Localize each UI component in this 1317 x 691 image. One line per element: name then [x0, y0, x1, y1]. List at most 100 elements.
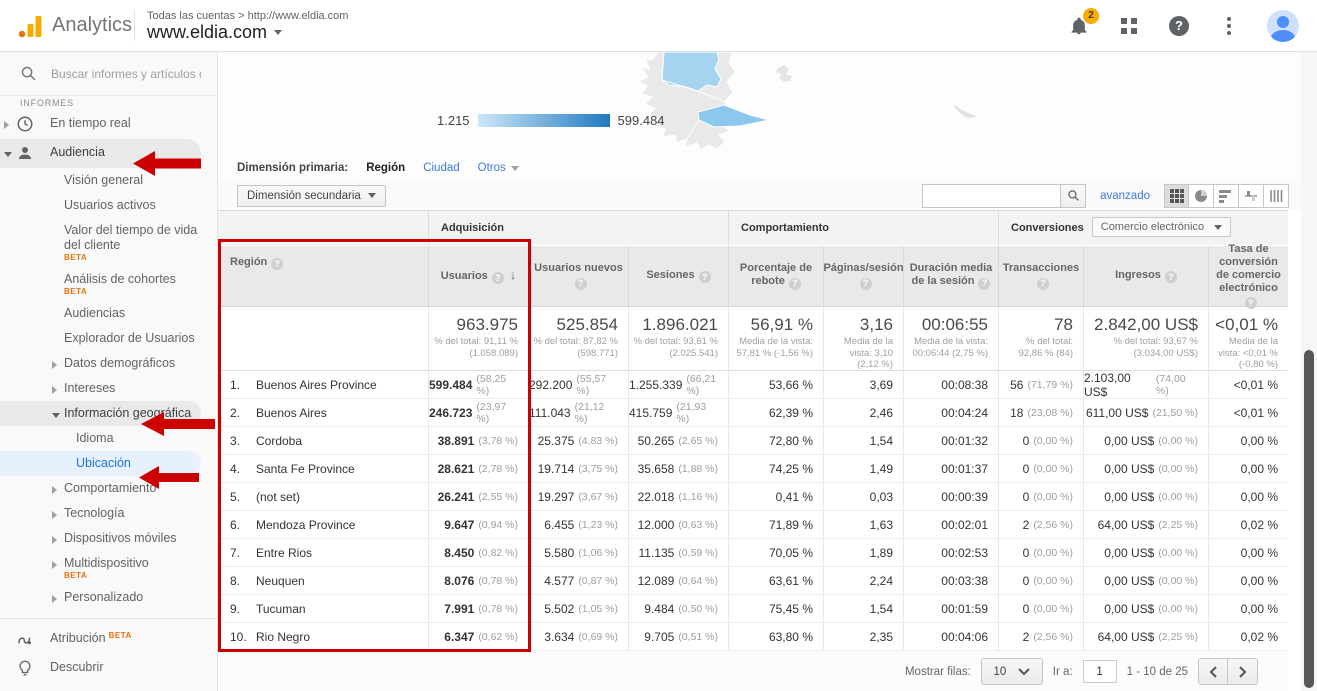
region-link[interactable]: Rio Negro [256, 630, 310, 644]
column-header-revenue[interactable]: Ingresos? [1083, 246, 1208, 306]
sidebar-item-datos-demogr-ficos[interactable]: Datos demográficos [0, 351, 217, 376]
region-link[interactable]: Cordoba [256, 434, 302, 448]
sidebar-item-an-lisis-de-cohortes[interactable]: Análisis de cohortesBETA [0, 267, 217, 301]
next-page-button[interactable] [1228, 658, 1258, 685]
sidebar-item-atribuci-n[interactable]: AtribuciónBETA [0, 625, 217, 654]
column-header-bounce[interactable]: Porcentaje de rebote? [728, 246, 823, 306]
dimension-option-region[interactable]: Región [366, 162, 405, 174]
help-button[interactable]: ? [1167, 14, 1191, 38]
cell-duration: 00:01:37 [903, 455, 998, 482]
account-breadcrumb[interactable]: Todas las cuentas > http://www.eldia.com… [147, 8, 348, 43]
cell-revenue: 0,00 US$(0,00 %) [1083, 455, 1208, 482]
table-row: 6.Mendoza Province9.647(0,94 %)6.455(1,2… [218, 511, 1288, 539]
sidebar-search[interactable] [0, 52, 217, 96]
legend-min: 1.215 [437, 113, 470, 128]
help-icon[interactable]: ? [271, 258, 283, 270]
region-link[interactable]: Buenos Aires [256, 406, 327, 420]
pager [1198, 658, 1258, 685]
sidebar-item-tecnolog-a[interactable]: Tecnología [0, 501, 217, 526]
sidebar-item-comportamiento[interactable]: Comportamiento [0, 476, 217, 501]
sidebar-item-visi-n-general[interactable]: Visión general [0, 168, 217, 193]
pivot-icon [1269, 189, 1283, 203]
chevron-right-icon [52, 536, 57, 544]
column-header-duration[interactable]: Duración media de la sesión? [903, 246, 998, 306]
region-link[interactable]: Neuquen [256, 574, 305, 588]
sidebar-item-valor-del-tiempo-de-vida-del-cliente[interactable]: Valor del tiempo de vida del clienteBETA [0, 218, 217, 267]
table-row: 3.Cordoba38.891(3,78 %)25.375(4,83 %)50.… [218, 427, 1288, 455]
column-header-pages[interactable]: Páginas/sesión? [823, 246, 903, 306]
sidebar-item-en-tiempo-real[interactable]: En tiempo real [0, 110, 217, 139]
region-link[interactable]: Buenos Aires Province [256, 378, 377, 392]
comparison-view-button[interactable] [1239, 184, 1264, 208]
sidebar-item-idioma[interactable]: Idioma [0, 426, 217, 451]
sidebar-item-personalizado[interactable]: Personalizado [0, 585, 217, 610]
sidebar-item-usuarios-activos[interactable]: Usuarios activos [0, 193, 217, 218]
cell-conv-rate: <0,01 % [1208, 371, 1288, 398]
help-icon[interactable]: ? [699, 271, 711, 283]
previous-page-button[interactable] [1198, 658, 1228, 685]
column-header-transactions[interactable]: Transacciones? [998, 246, 1083, 306]
total-bounce: 56,91 %Media de la vista: 57,81 % (-1,56… [728, 307, 823, 370]
dimension-option-other[interactable]: Otros [478, 162, 519, 174]
performance-view-button[interactable] [1214, 184, 1239, 208]
table-view-button[interactable] [1164, 184, 1189, 208]
column-header-conv-rate[interactable]: Tasa de conversión de comercio electróni… [1208, 246, 1288, 306]
search-input[interactable] [51, 67, 201, 81]
region-link[interactable]: Entre Rios [256, 546, 312, 560]
table-group-header-row: Adquisición Comportamiento Conversiones … [218, 211, 1288, 246]
table-search-input[interactable] [922, 184, 1060, 208]
row-rank: 5. [230, 490, 256, 504]
column-header-region[interactable]: Región? [218, 246, 428, 306]
table-search-button[interactable] [1060, 184, 1086, 208]
table-row: 10.Rio Negro6.347(0,62 %)3.634(0,69 %)9.… [218, 623, 1288, 651]
cell-transactions: 0(0,00 %) [998, 539, 1083, 566]
sidebar-item-intereses[interactable]: Intereses [0, 376, 217, 401]
sidebar-item-descubrir[interactable]: Descubrir [0, 654, 217, 683]
region-link[interactable]: (not set) [256, 490, 300, 504]
primary-dimension-label: Dimensión primaria: [237, 162, 348, 174]
row-rank: 1. [230, 378, 256, 392]
column-header-sessions[interactable]: Sesiones? [628, 246, 728, 306]
map-region-highlight[interactable] [662, 52, 721, 91]
sidebar-item-explorador-de-usuarios[interactable]: Explorador de Usuarios [0, 326, 217, 351]
scrollbar-thumb[interactable] [1304, 350, 1314, 688]
sidebar-item-multidispositivo[interactable]: MultidispositivoBETA [0, 551, 217, 585]
goto-page-input[interactable] [1083, 660, 1117, 683]
column-header-users[interactable]: Usuarios?↓ [428, 246, 528, 306]
help-icon[interactable]: ? [860, 278, 872, 290]
secondary-dimension-button[interactable]: Dimensión secundaria [237, 185, 386, 207]
column-header-new-users[interactable]: Usuarios nuevos? [528, 246, 628, 306]
cell-conv-rate: 0,02 % [1208, 623, 1288, 650]
sidebar-item-audiencias[interactable]: Audiencias [0, 301, 217, 326]
sidebar-item-audiencia[interactable]: Audiencia [0, 139, 201, 168]
apps-grid-button[interactable] [1117, 14, 1141, 38]
conversions-type-dropdown[interactable]: Comercio electrónico [1092, 217, 1231, 237]
help-icon[interactable]: ? [575, 278, 587, 290]
region-link[interactable]: Mendoza Province [256, 518, 355, 532]
cell-bounce: 71,89 % [728, 511, 823, 538]
help-icon[interactable]: ? [1037, 278, 1049, 290]
sidebar-item-ubicaci-n[interactable]: Ubicación [0, 451, 201, 476]
percentage-view-button[interactable] [1189, 184, 1214, 208]
sidebar-item-label: Personalizado [64, 590, 143, 604]
cell-pages: 2,35 [823, 623, 903, 650]
dimension-option-city[interactable]: Ciudad [423, 162, 459, 174]
user-avatar[interactable] [1267, 10, 1299, 42]
brand[interactable]: Analytics [0, 14, 134, 38]
cell-bounce: 75,45 % [728, 595, 823, 622]
help-icon[interactable]: ? [1165, 271, 1177, 283]
region-link[interactable]: Tucuman [256, 602, 306, 616]
row-rank: 6. [230, 518, 256, 532]
sidebar-item-dispositivos-m-viles[interactable]: Dispositivos móviles [0, 526, 217, 551]
region-link[interactable]: Santa Fe Province [256, 462, 355, 476]
help-icon[interactable]: ? [789, 278, 801, 290]
rows-per-page-dropdown[interactable]: 10 [981, 658, 1043, 685]
help-icon[interactable]: ? [492, 272, 504, 284]
advanced-search-link[interactable]: avanzado [1100, 190, 1150, 202]
notifications-button[interactable]: 2 [1067, 14, 1091, 38]
help-icon[interactable]: ? [978, 278, 990, 290]
pivot-view-button[interactable] [1264, 184, 1289, 208]
table-row: 5.(not set)26.241(2,55 %)19.297(3,67 %)2… [218, 483, 1288, 511]
more-options-button[interactable] [1217, 14, 1241, 38]
sidebar-item-informaci-n-geogr-fica[interactable]: Información geográfica [0, 401, 201, 426]
